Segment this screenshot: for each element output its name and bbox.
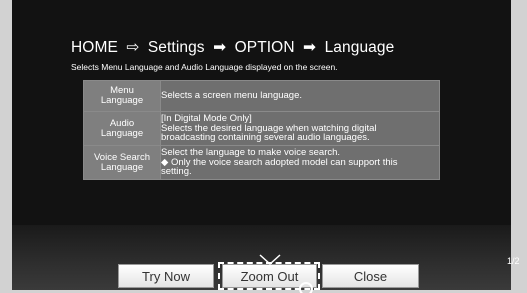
breadcrumb-arrow-icon: ➡: [303, 39, 317, 56]
table-row: Audio Language [In Digital Mode Only] Se…: [83, 111, 440, 146]
setting-name: Voice Search: [94, 151, 150, 163]
breadcrumb-settings: Settings: [147, 39, 205, 56]
settings-table: Menu Language Selects a screen menu lang…: [83, 80, 440, 180]
breadcrumb-arrow-icon: ➡: [213, 39, 227, 56]
setting-name-cell: Audio Language: [83, 111, 161, 146]
setting-description: setting.: [161, 166, 192, 178]
setting-name: Language: [100, 161, 144, 173]
setting-description-cell: Selects a screen menu language.: [160, 80, 440, 112]
page-subtitle: Selects Menu Language and Audio Language…: [71, 62, 338, 72]
setting-name: Language: [100, 127, 144, 139]
setting-name: Language: [100, 95, 144, 106]
setting-name-cell: Menu Language: [83, 80, 161, 112]
breadcrumb: HOME ⇨ Settings ➡ OPTION ➡ Language: [71, 38, 394, 57]
setting-name-cell: Voice Search Language: [83, 145, 161, 180]
breadcrumb-home: HOME: [71, 39, 118, 56]
setting-name: Audio: [109, 117, 135, 129]
pointer-circle-icon: [299, 282, 313, 293]
setting-description-cell: Select the language to make voice search…: [160, 145, 440, 180]
setting-description: Selects a screen menu language.: [161, 90, 303, 102]
try-now-button[interactable]: Try Now: [118, 264, 214, 288]
page-indicator: 1/2: [507, 256, 520, 266]
table-row: Voice Search Language Select the languag…: [83, 145, 440, 180]
table-row: Menu Language Selects a screen menu lang…: [83, 80, 440, 112]
setting-description: broadcasting containing several audio la…: [161, 132, 370, 144]
breadcrumb-option: OPTION: [234, 39, 295, 56]
setting-description-cell: [In Digital Mode Only] Selects the desir…: [160, 111, 440, 146]
breadcrumb-language: Language: [324, 39, 395, 56]
breadcrumb-arrow-icon: ⇨: [126, 39, 140, 56]
setting-description: ◆ Only the voice search adopted model ca…: [161, 156, 398, 168]
pointer-chevron-icon: [259, 254, 281, 266]
close-button[interactable]: Close: [322, 264, 419, 288]
